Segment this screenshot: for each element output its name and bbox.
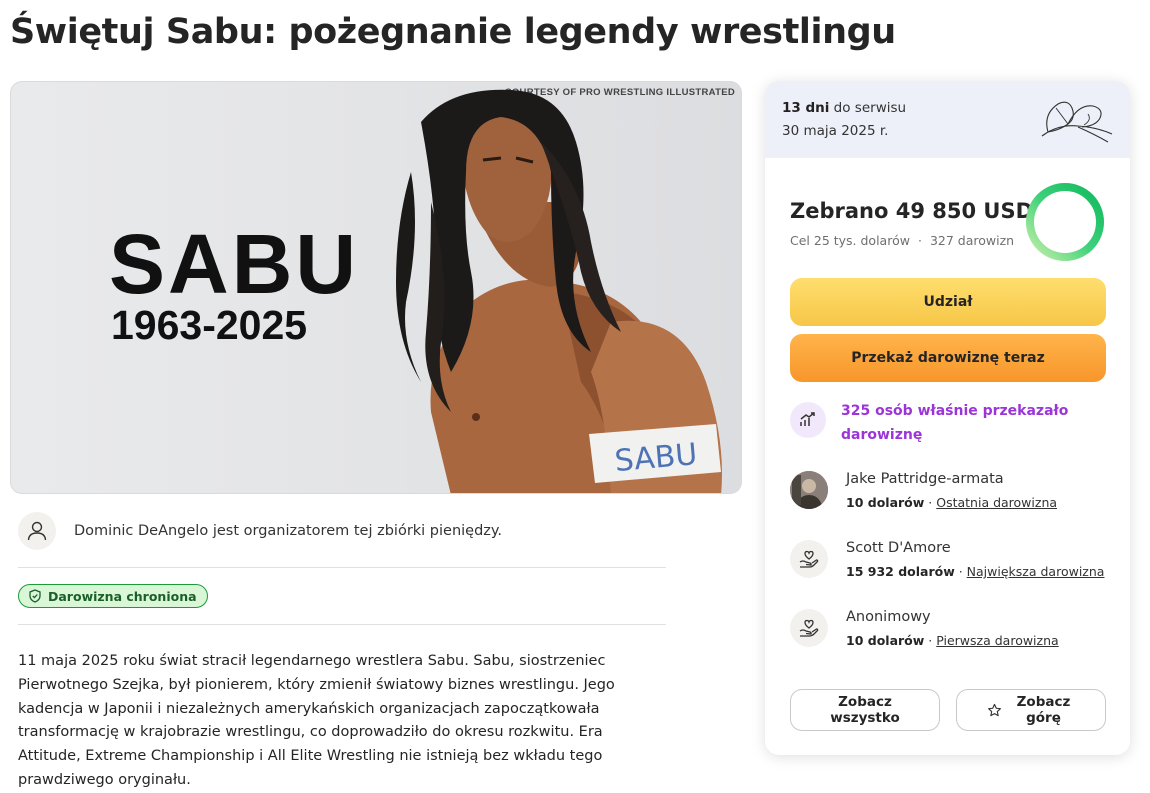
- progress-ring: [1026, 183, 1104, 261]
- donor-item: Anonimowy 10 dolarów · Pierwsza darowizn…: [790, 609, 1106, 653]
- donor-item: Jake Pattridge-armata 10 dolarów · Ostat…: [790, 471, 1106, 515]
- hero-name-text: SABU: [109, 217, 360, 311]
- donor-meta: 10 dolarów · Pierwsza darowizna: [846, 633, 1059, 648]
- organizer-text: Dominic DeAngelo jest organizatorem tej …: [74, 523, 503, 539]
- heart-hand-icon: [790, 609, 828, 647]
- amount-raised: Zebrano 49 850 USD: [790, 199, 1034, 223]
- shield-check-icon: [29, 589, 41, 603]
- donation-protected-badge[interactable]: Darowizna chroniona: [18, 584, 208, 608]
- trending-up-icon: [790, 402, 826, 438]
- donor-amount: 15 932 dolarów: [846, 564, 955, 579]
- days-remaining: 13 dni do serwisu: [782, 100, 906, 116]
- donor-name: Jake Pattridge-armata: [846, 471, 1004, 487]
- donor-meta: 10 dolarów · Ostatnia darowizna: [846, 495, 1057, 510]
- donor-amount: 10 dolarów: [846, 495, 925, 510]
- donor-tag-link[interactable]: Ostatnia darowizna: [936, 495, 1057, 510]
- divider: [18, 624, 666, 625]
- donor-item: Scott D'Amore 15 932 dolarów · Największ…: [790, 540, 1106, 584]
- divider: [18, 567, 666, 568]
- heart-hand-icon: [790, 540, 828, 578]
- armband-text: SABU: [613, 437, 698, 479]
- see-top-label: Zobacz górę: [1016, 694, 1071, 726]
- story-text: 11 maja 2025 roku świat stracił legendar…: [18, 653, 615, 788]
- see-top-button[interactable]: Zobacz górę: [956, 689, 1106, 731]
- organizer-row: Dominic DeAngelo jest organizatorem tej …: [18, 512, 668, 550]
- days-suffix: do serwisu: [829, 100, 907, 116]
- donor-separator: ·: [954, 564, 967, 579]
- see-all-label: Zobacz wszystko: [830, 694, 900, 726]
- see-all-button[interactable]: Zobacz wszystko: [790, 689, 940, 731]
- donor-name: Scott D'Amore: [846, 540, 951, 556]
- donor-meta: 15 932 dolarów · Największa darowizna: [846, 564, 1104, 579]
- donor-separator: ·: [924, 495, 937, 510]
- recent-donors-notice: 325 osób właśnie przekazało darowiznę: [790, 398, 1106, 448]
- donation-card: 13 dni do serwisu 30 maja 2025 r. Zebran…: [765, 81, 1130, 755]
- donor-tag-link[interactable]: Pierwsza darowizna: [936, 633, 1058, 648]
- hero-years-text: 1963-2025: [111, 302, 308, 348]
- share-button[interactable]: Udział: [790, 278, 1106, 326]
- hero-image[interactable]: COURTESY OF PRO WRESTLING ILLUSTRATED SA…: [10, 81, 742, 494]
- deadline-date: 30 maja 2025 r.: [782, 123, 889, 139]
- user-icon: [18, 512, 56, 550]
- page-title: Świętuj Sabu: pożegnanie legendy wrestli…: [10, 12, 896, 52]
- star-icon: [987, 703, 1001, 716]
- recent-donors-text: 325 osób właśnie przekazało darowiznę: [841, 403, 1069, 443]
- goal-line: Cel 25 tys. dolarów · 327 darowizn: [790, 233, 1015, 248]
- donor-tag-link[interactable]: Największa darowizna: [967, 564, 1105, 579]
- lily-flower-icon: [1041, 101, 1113, 143]
- donor-name: Anonimowy: [846, 609, 931, 625]
- days-count: 13 dni: [782, 100, 830, 116]
- donation-count: 327 darowizn: [929, 233, 1015, 248]
- donor-separator: ·: [924, 633, 937, 648]
- donor-amount: 10 dolarów: [846, 633, 925, 648]
- donation-protected-label: Darowizna chroniona: [48, 588, 197, 604]
- deadline-banner: 13 dni do serwisu 30 maja 2025 r.: [765, 81, 1130, 158]
- goal-amount: Cel 25 tys. dolarów: [790, 233, 910, 248]
- wrestler-photo: SABU: [396, 89, 722, 493]
- donate-now-button[interactable]: Przekaż darowiznę teraz: [790, 334, 1106, 382]
- donor-photo-avatar: [790, 471, 828, 509]
